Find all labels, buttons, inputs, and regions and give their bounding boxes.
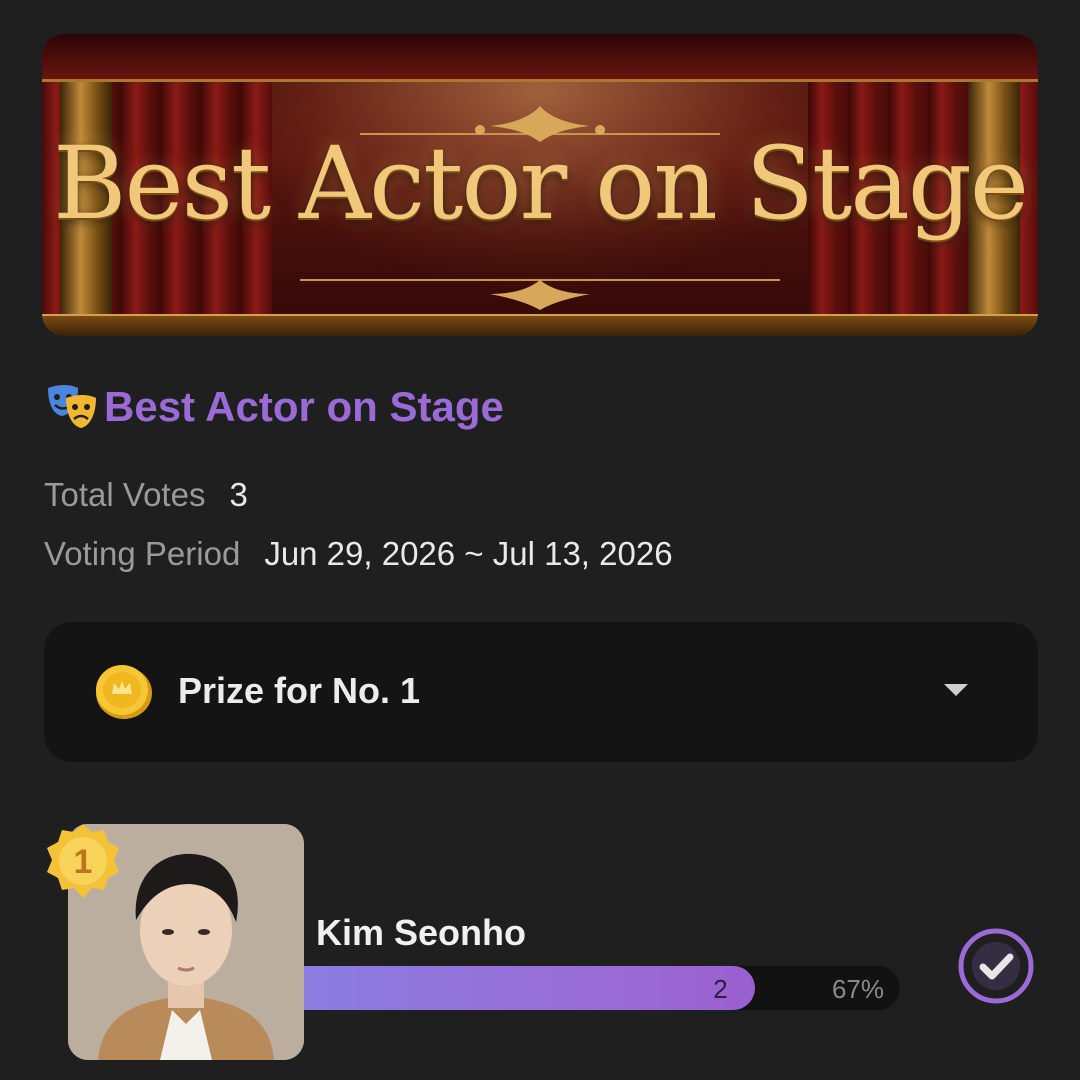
- page-title: Best Actor on Stage: [104, 383, 504, 430]
- event-banner: Best Actor on Stage: [42, 34, 1038, 336]
- candidate-name: Kim Seonho: [316, 912, 527, 953]
- rank-number: 1: [74, 843, 93, 881]
- total-votes-value: 3: [229, 476, 248, 513]
- prize-label: Prize for No. 1: [178, 670, 421, 711]
- total-votes-row: Total Votes 3: [44, 476, 248, 514]
- rank-badge-icon: 1: [47, 824, 119, 898]
- voting-period-value: Jun 29, 2026 ~ Jul 13, 2026: [264, 535, 673, 572]
- stage-floor: [42, 314, 1038, 336]
- page-title-row: Best Actor on Stage: [44, 380, 504, 434]
- prize-dropdown[interactable]: Prize for No. 1: [44, 622, 1038, 762]
- voting-period-label: Voting Period: [44, 535, 241, 572]
- ornament-bottom-icon: [300, 279, 780, 310]
- vote-check-button[interactable]: [956, 926, 1036, 1006]
- theater-masks-icon: [48, 385, 96, 428]
- vote-count: 2: [713, 974, 728, 1004]
- total-votes-label: Total Votes: [44, 476, 206, 513]
- vote-progress-fill: 2: [304, 966, 756, 1010]
- gold-coin-icon: [96, 665, 152, 719]
- candidate-card: 1 Kim Seonho 2 67%: [40, 820, 1040, 1080]
- stage-valance: [42, 34, 1038, 82]
- vote-percent: 67%: [831, 974, 884, 1004]
- banner-title: Best Actor on Stage: [52, 125, 1029, 242]
- vote-progress-bar: 2 67%: [304, 966, 900, 1010]
- voting-period-row: Voting Period Jun 29, 2026 ~ Jul 13, 202…: [44, 535, 673, 573]
- chevron-down-icon[interactable]: [942, 680, 970, 700]
